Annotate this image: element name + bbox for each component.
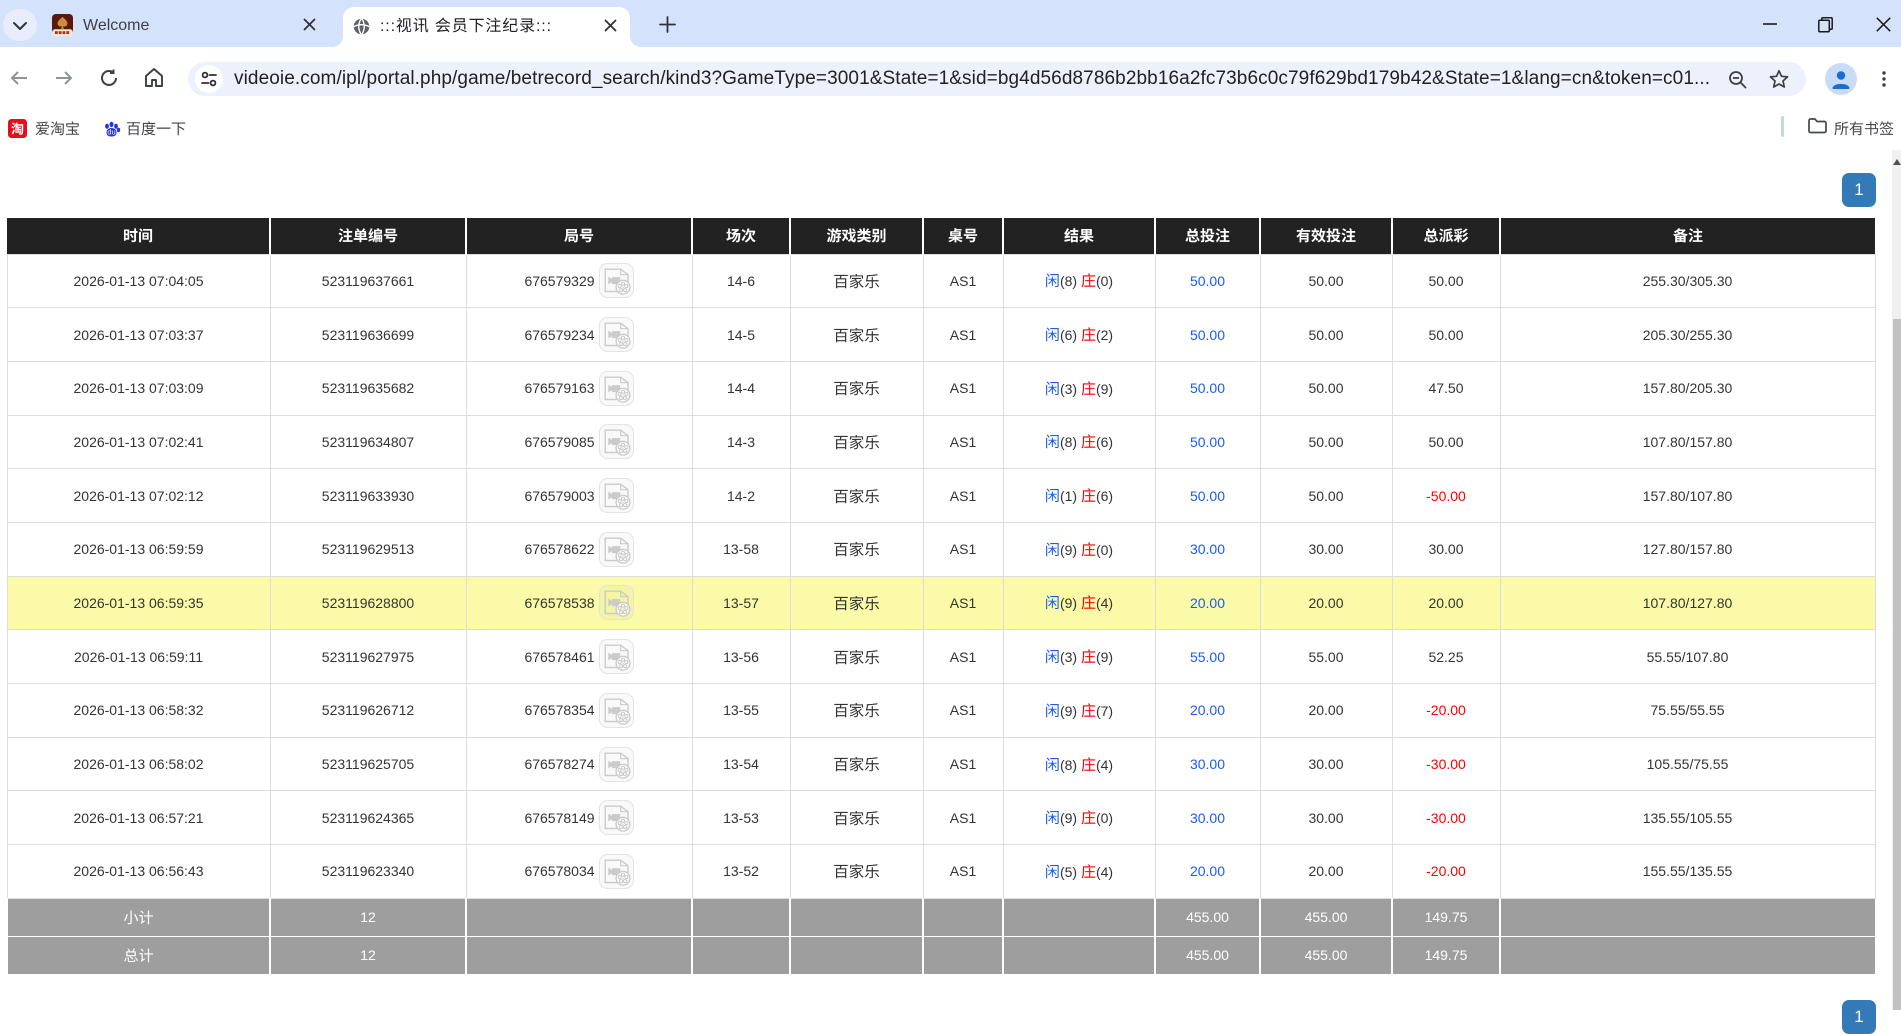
svg-text:淘: 淘	[11, 119, 24, 138]
svg-text:du: du	[107, 128, 115, 137]
